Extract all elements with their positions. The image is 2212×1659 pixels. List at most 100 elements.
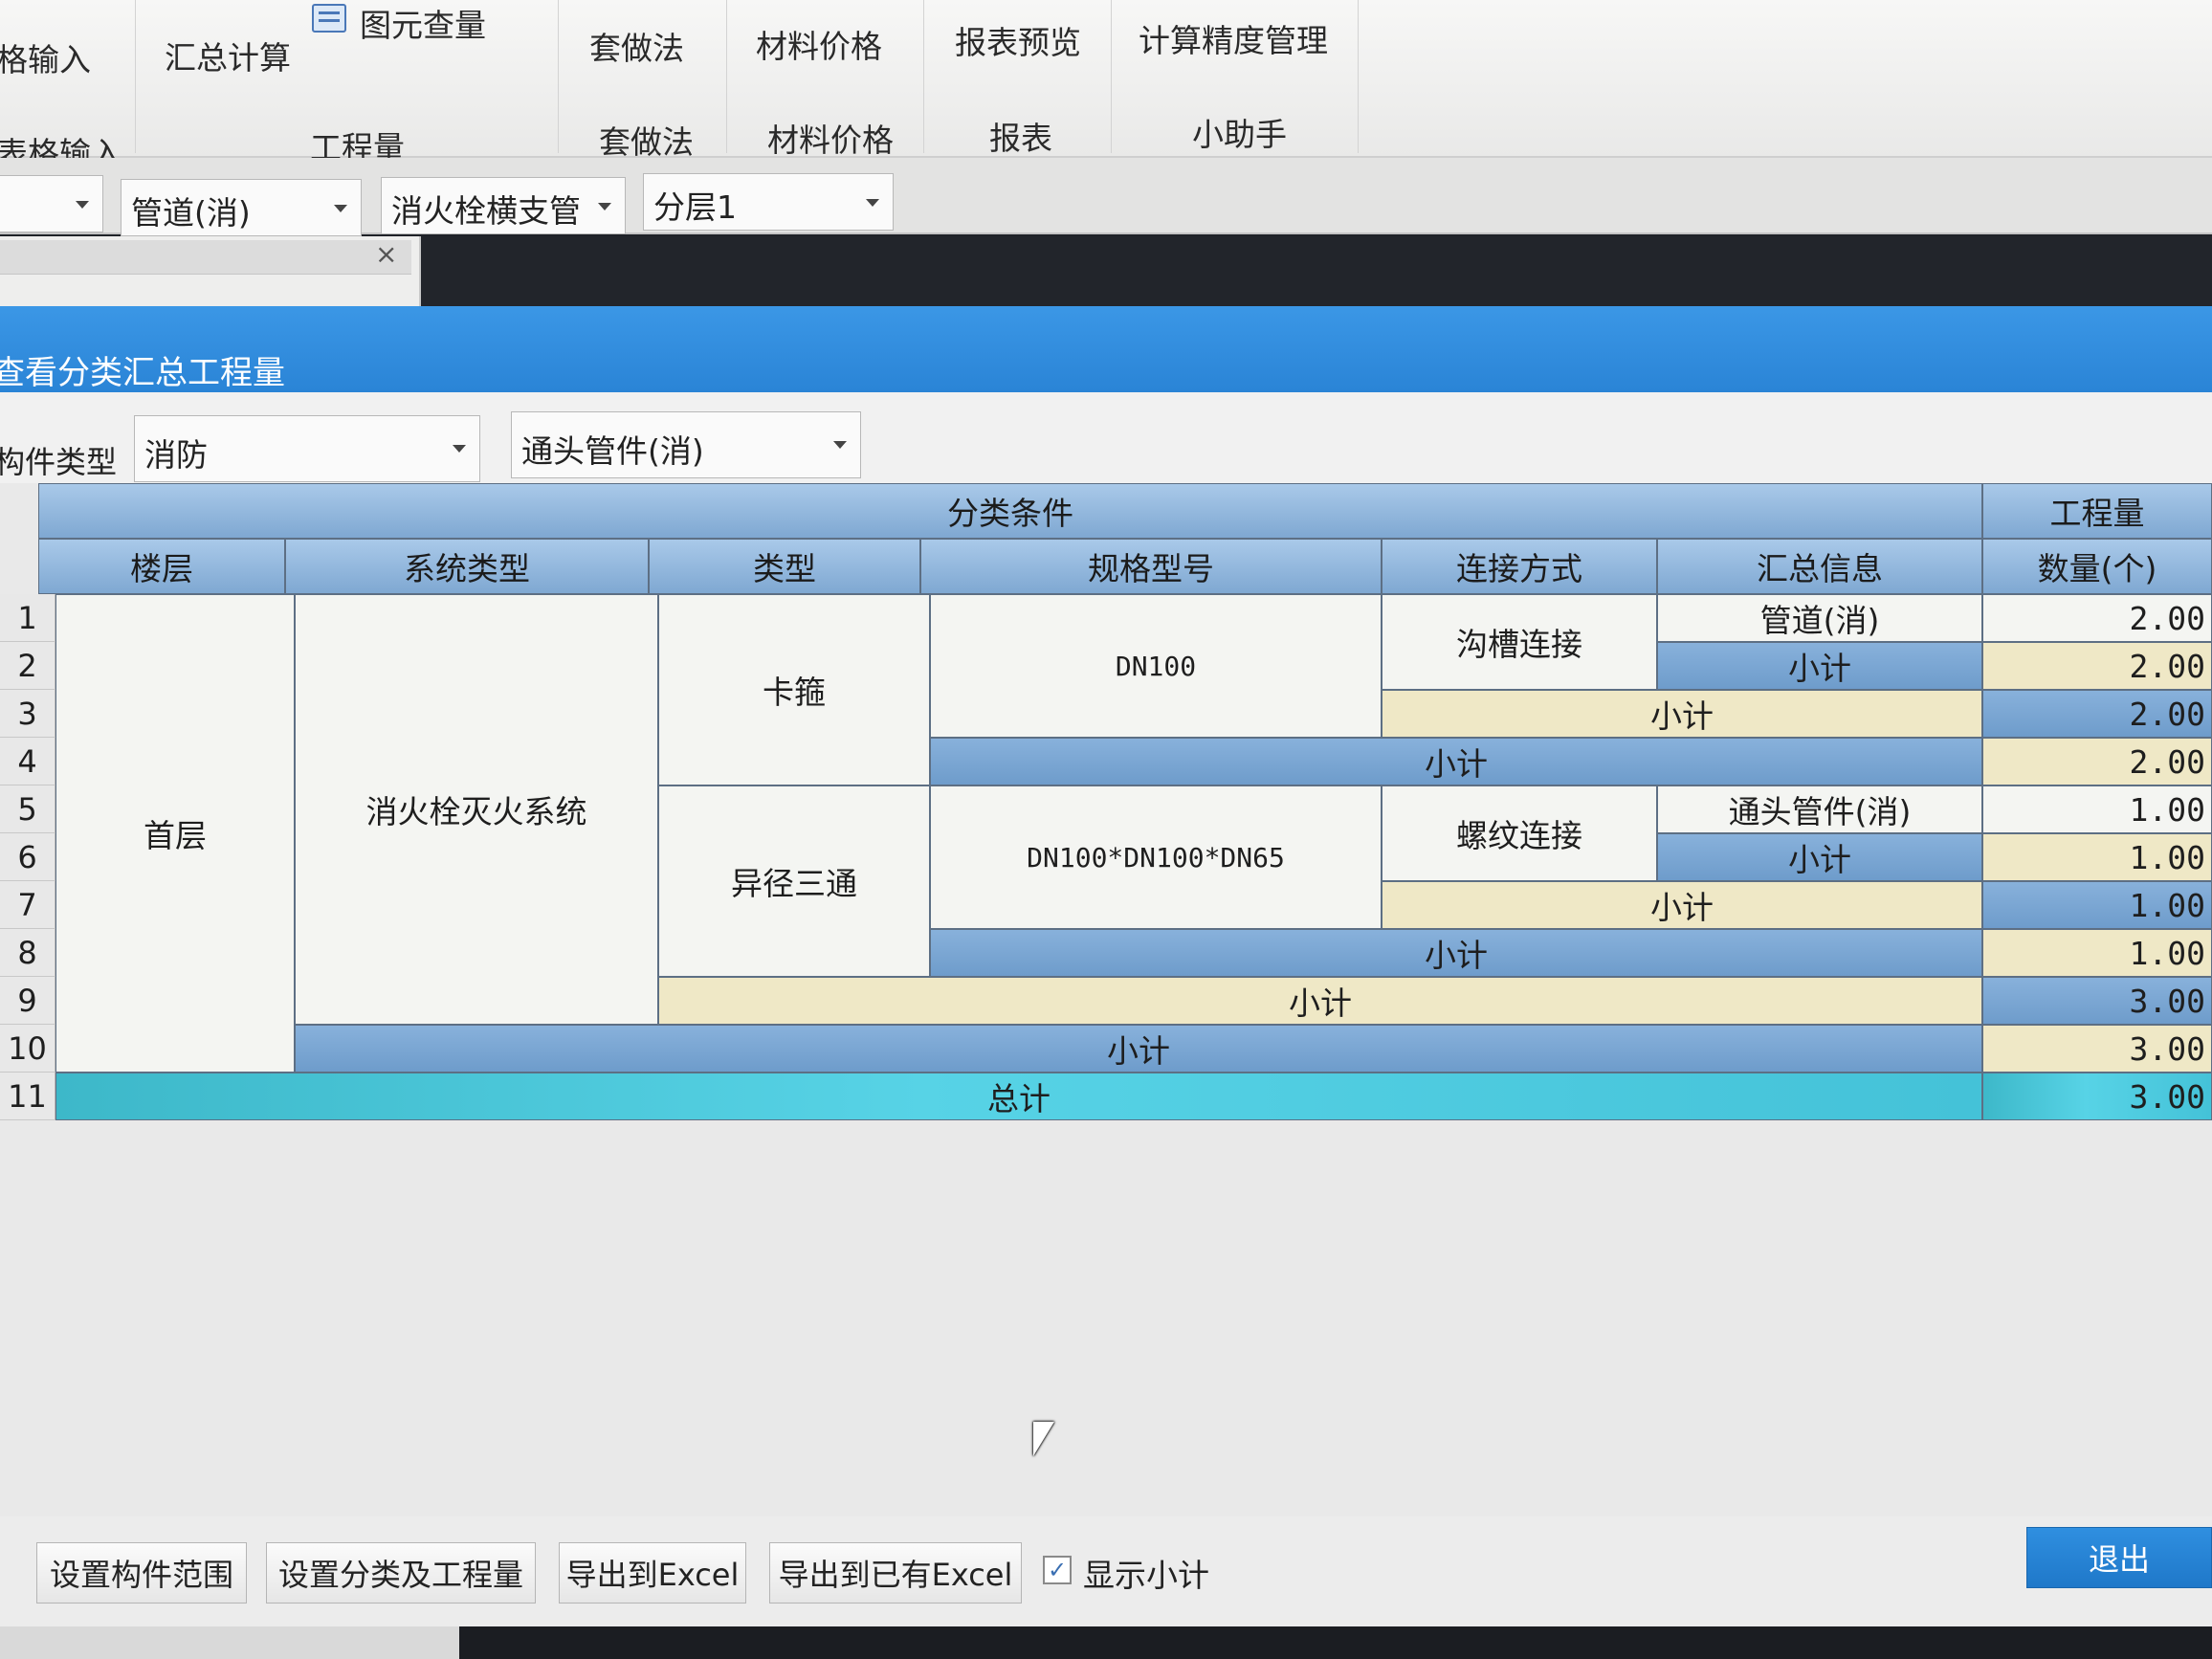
row-number[interactable]: 5 [0,785,55,833]
grand-total[interactable]: 总计 [55,1073,1982,1120]
row-number[interactable]: 1 [0,594,55,642]
close-icon[interactable]: × [375,238,397,270]
ribbon-toolbar: 格输入 表格输入 汇总计算 图元查量 工程量 套做法 套做法 材料价格 材料价格… [0,0,2212,172]
branch-value: 消火栓横支管 [391,192,581,230]
export-existing-excel-button[interactable]: 导出到已有Excel [769,1542,1022,1604]
chevron-down-icon [76,201,89,209]
set-method-group-label: 套做法 [599,123,694,161]
quantity-cell[interactable]: 1.00 [1982,833,2212,881]
component-type-label: 构件类型 [0,444,118,480]
status-panel [0,1626,459,1659]
chevron-down-icon [598,203,611,210]
element-query-button[interactable]: 图元查量 [360,0,486,46]
header-type[interactable]: 类型 [649,539,920,594]
ribbon-group-assistant: 计算精度管理 小助手 [1112,0,1359,153]
set-component-range-button[interactable]: 设置构件范围 [36,1542,247,1604]
dialog-title: 查看分类汇总工程量 [0,354,285,392]
header-connection[interactable]: 连接方式 [1382,539,1657,594]
ribbon-group-material: 材料价格 材料价格 [727,0,924,159]
branch-select[interactable]: 消火栓横支管 [381,177,626,234]
set-method-button[interactable]: 套做法 [589,23,684,69]
row-number[interactable]: 10 [0,1025,55,1073]
connection-cell-1[interactable]: 沟槽连接 [1382,594,1657,690]
subtotal-connection-2[interactable]: 小计 [1382,881,1982,929]
exit-button[interactable]: 退出 [2026,1527,2212,1588]
header-spec[interactable]: 规格型号 [920,539,1382,594]
ribbon-group-report: 报表预览 报表 [924,0,1112,157]
app-window: 格输入 表格输入 汇总计算 图元查量 工程量 套做法 套做法 材料价格 材料价格… [0,0,2212,1659]
quantity-cell[interactable]: 2.00 [1982,690,2212,738]
row-number[interactable]: 9 [0,977,55,1025]
material-price-button[interactable]: 材料价格 [756,21,882,67]
spec-cell-2[interactable]: DN100*DN100*DN65 [930,785,1382,929]
quantity-cell[interactable]: 1.00 [1982,785,2212,833]
first-selector[interactable] [0,175,103,232]
pipe-type-value: 管道(消) [131,194,251,232]
row-number[interactable]: 11 [0,1073,55,1120]
ribbon-group-input: 格输入 表格输入 [0,0,136,172]
info-cell-2[interactable]: 通头管件(消) [1657,785,1982,833]
category-select[interactable]: 消防 [134,415,480,482]
subtotal-spec-1[interactable]: 小计 [930,738,1982,785]
quantity-cell[interactable]: 1.00 [1982,881,2212,929]
row-number[interactable]: 4 [0,738,55,785]
export-excel-button[interactable]: 导出到Excel [559,1542,746,1604]
subtotal-connection-1[interactable]: 小计 [1382,690,1982,738]
show-subtotal-label: 显示小计 [1083,1557,1209,1594]
chevron-down-icon [833,441,847,449]
table-input-button[interactable]: 格输入 [0,34,91,80]
quantity-cell[interactable]: 3.00 [1982,1073,2212,1120]
subtotal-spec-2[interactable]: 小计 [930,929,1982,977]
row-number[interactable]: 7 [0,881,55,929]
system-cell[interactable]: 消火栓灭火系统 [295,594,658,1025]
show-subtotal-checkbox[interactable]: ✓ [1043,1556,1072,1584]
quantity-cell[interactable]: 2.00 [1982,738,2212,785]
category-value: 消防 [144,436,208,474]
subtotal-info-2[interactable]: 小计 [1657,833,1982,881]
quantity-cell[interactable]: 3.00 [1982,1025,2212,1073]
filter-row: 构件类型 消防 通头管件(消) [0,392,2212,498]
header-quantity-count[interactable]: 数量(个) [1982,539,2212,594]
dialog-titlebar: 查看分类汇总工程量 [0,306,2212,392]
summary-calc-button[interactable]: 汇总计算 [165,33,291,78]
header-classification: 分类条件 [38,483,1982,539]
material-price-group-label: 材料价格 [767,122,894,159]
quantity-cell[interactable]: 2.00 [1982,594,2212,642]
row-number[interactable]: 2 [0,642,55,690]
report-group-label: 报表 [989,120,1052,157]
ribbon-group-method: 套做法 套做法 [559,0,727,161]
quantity-cell[interactable]: 3.00 [1982,977,2212,1025]
subtype-value: 通头管件(消) [521,432,704,470]
element-query-icon [312,4,346,33]
header-summary-info[interactable]: 汇总信息 [1657,539,1982,594]
spec-cell-1[interactable]: DN100 [930,594,1382,738]
quantity-cell[interactable]: 2.00 [1982,642,2212,690]
quantity-cell[interactable]: 1.00 [1982,929,2212,977]
precision-manage-button[interactable]: 计算精度管理 [1139,15,1328,61]
header-system[interactable]: 系统类型 [285,539,649,594]
chevron-down-icon [334,205,347,212]
info-cell-1[interactable]: 管道(消) [1657,594,1982,642]
pipe-type-select[interactable]: 管道(消) [121,179,362,236]
report-preview-button[interactable]: 报表预览 [955,17,1081,63]
side-panel-tab [0,240,411,275]
type-cell-1[interactable]: 卡箍 [658,594,930,785]
selector-strip: 管道(消) 消火栓横支管 分层1 [0,158,2212,236]
row-number[interactable]: 6 [0,833,55,881]
layer-select[interactable]: 分层1 [643,173,894,231]
connection-cell-2[interactable]: 螺纹连接 [1382,785,1657,881]
subtype-select[interactable]: 通头管件(消) [511,411,861,478]
set-classification-button[interactable]: 设置分类及工程量 [266,1542,536,1604]
chevron-down-icon [866,199,879,207]
row-number[interactable]: 8 [0,929,55,977]
subtotal-system[interactable]: 小计 [295,1025,1982,1073]
subtotal-info-1[interactable]: 小计 [1657,642,1982,690]
type-cell-2[interactable]: 异径三通 [658,785,930,977]
header-floor[interactable]: 楼层 [38,539,285,594]
floor-cell[interactable]: 首层 [55,594,295,1073]
subtotal-type[interactable]: 小计 [658,977,1982,1025]
chevron-down-icon [453,445,466,453]
taskbar-area [0,1626,2212,1659]
row-number[interactable]: 3 [0,690,55,738]
layer-value: 分层1 [653,188,737,226]
